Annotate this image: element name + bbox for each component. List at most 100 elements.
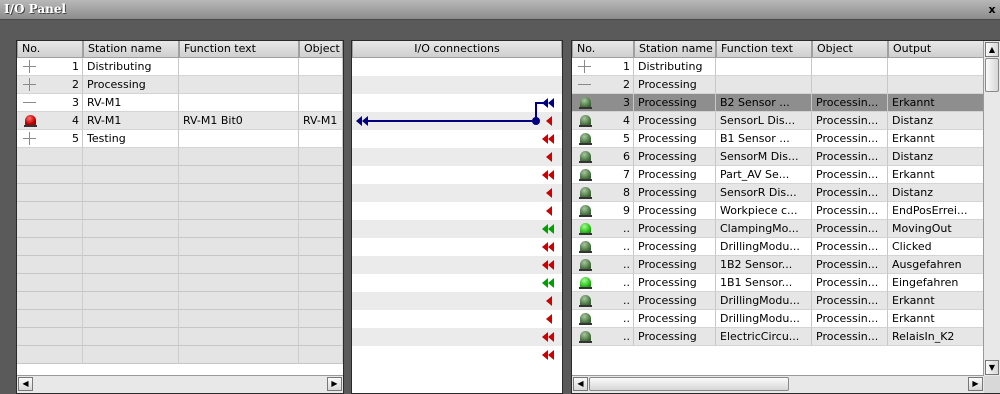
double-arrow-icon[interactable] — [548, 260, 554, 270]
table-row[interactable]: .. Processing DrillingModu... Processin... C… — [572, 238, 984, 256]
cell-function-text — [716, 76, 812, 94]
table-row[interactable]: .. Processing ElectricCircu... Processin...… — [572, 328, 984, 346]
header-object[interactable]: Object — [812, 41, 888, 58]
double-arrow-icon[interactable] — [542, 332, 548, 342]
header-station-name[interactable]: Station name — [634, 41, 716, 58]
double-arrow-icon[interactable] — [548, 332, 554, 342]
green-lamp-icon — [579, 114, 592, 127]
table-row[interactable]: .. Processing 1B1 Sensor... Processin... Ein… — [572, 274, 984, 292]
arrow-icon[interactable] — [546, 206, 552, 216]
input-signals-panel: No. Station name Function text Object 1 Distr… — [16, 40, 344, 394]
collapse-minus-icon[interactable] — [23, 96, 36, 109]
expand-plus-icon[interactable] — [23, 132, 36, 145]
green-lamp-icon — [579, 294, 592, 307]
double-arrow-icon[interactable] — [542, 242, 548, 252]
double-arrow-icon[interactable] — [548, 224, 554, 234]
cell-station-name: Processing — [83, 76, 179, 94]
empty-cell — [179, 202, 299, 220]
table-row[interactable]: 5 Testing — [17, 130, 343, 148]
green-lamp-icon — [579, 96, 592, 109]
row-number: 7 — [623, 168, 630, 181]
table-row[interactable]: 4 Processing SensorL Dis... Processin... Dis… — [572, 112, 984, 130]
table-row[interactable]: 5 Processing B1 Sensor ... Processin... Erka… — [572, 130, 984, 148]
connection-node[interactable] — [532, 117, 540, 125]
table-row[interactable]: .. Processing DrillingModu... Processin... E… — [572, 310, 984, 328]
arrow-icon[interactable] — [546, 188, 552, 198]
double-arrow-icon[interactable] — [542, 134, 548, 144]
cell-no: 4 — [17, 112, 83, 130]
close-icon[interactable]: x — [986, 4, 998, 16]
arrow-icon[interactable] — [546, 296, 552, 306]
scroll-left-button[interactable]: ◀ — [18, 377, 33, 391]
header-function-text[interactable]: Function text — [716, 41, 812, 58]
empty-row — [17, 166, 343, 184]
table-row[interactable]: .. Processing DrillingModu... Processin... E… — [572, 292, 984, 310]
double-arrow-icon[interactable] — [548, 98, 554, 108]
left-double-arrow-icon[interactable] — [362, 116, 368, 126]
empty-cell — [17, 238, 83, 256]
vertical-scroll-thumb[interactable] — [985, 58, 999, 92]
empty-cell — [179, 184, 299, 202]
table-row[interactable]: 9 Processing Workpiece c... Processin... End… — [572, 202, 984, 220]
connections-canvas — [356, 98, 554, 360]
cell-function-text: 1B1 Sensor... — [716, 274, 812, 292]
empty-cell — [17, 346, 83, 364]
double-arrow-icon[interactable] — [548, 170, 554, 180]
double-arrow-icon[interactable] — [542, 224, 548, 234]
horizontal-scrollbar[interactable]: ◀ ▶ — [572, 375, 984, 393]
header-no[interactable]: No. — [17, 41, 83, 58]
table-row[interactable]: 1 Distributing — [572, 58, 984, 76]
row-number: 3 — [72, 96, 79, 109]
lamp-base — [579, 197, 592, 199]
table-row[interactable]: 2 Processing — [572, 76, 984, 94]
table-row[interactable]: 6 Processing SensorM Dis... Processin... Dis… — [572, 148, 984, 166]
horizontal-scrollbar[interactable]: ◀ ▶ — [17, 375, 343, 393]
double-arrow-icon[interactable] — [548, 350, 554, 360]
table-row[interactable]: 3 Processing B2 Sensor ... Processin... Erka… — [572, 94, 984, 112]
double-arrow-icon[interactable] — [542, 350, 548, 360]
table-row[interactable]: 3 RV-M1 — [17, 94, 343, 112]
scroll-right-button[interactable]: ▶ — [968, 377, 983, 391]
table-row[interactable]: .. Processing ClampingMo... Processin... Mov… — [572, 220, 984, 238]
cell-no: 6 — [572, 148, 634, 166]
expand-plus-icon[interactable] — [23, 60, 36, 73]
empty-row — [17, 202, 343, 220]
cell-function-text — [179, 76, 299, 94]
connection-line[interactable] — [366, 102, 544, 122]
green-lamp-icon — [579, 132, 592, 145]
double-arrow-icon[interactable] — [548, 278, 554, 288]
header-object[interactable]: Object — [299, 41, 343, 58]
double-arrow-icon[interactable] — [542, 278, 548, 288]
double-arrow-icon[interactable] — [542, 260, 548, 270]
table-row[interactable]: .. Processing 1B2 Sensor... Processin... Aus… — [572, 256, 984, 274]
arrow-icon[interactable] — [546, 152, 552, 162]
cell-station-name: Processing — [634, 256, 716, 274]
double-arrow-icon[interactable] — [542, 170, 548, 180]
left-double-arrow-icon[interactable] — [356, 116, 362, 126]
header-station-name[interactable]: Station name — [83, 41, 179, 58]
empty-cell — [179, 274, 299, 292]
vertical-scrollbar[interactable]: ▲ ▼ — [983, 41, 1000, 376]
table-row[interactable]: 7 Processing Part_AV Se... Processin... Erka… — [572, 166, 984, 184]
table-row[interactable]: 1 Distributing — [17, 58, 343, 76]
arrow-icon[interactable] — [546, 116, 552, 126]
scroll-up-button[interactable]: ▲ — [985, 42, 999, 57]
header-no[interactable]: No. — [572, 41, 634, 58]
expand-plus-icon[interactable] — [23, 78, 36, 91]
table-row[interactable]: 2 Processing — [17, 76, 343, 94]
double-arrow-icon[interactable] — [548, 242, 554, 252]
collapse-minus-icon[interactable] — [578, 78, 591, 91]
empty-row — [17, 346, 343, 364]
header-output[interactable]: Output — [888, 41, 984, 58]
arrow-icon[interactable] — [546, 314, 552, 324]
header-function-text[interactable]: Function text — [179, 41, 299, 58]
table-row[interactable]: 8 Processing SensorR Dis... Processin... Dis… — [572, 184, 984, 202]
scroll-down-button[interactable]: ▼ — [985, 360, 999, 375]
expand-plus-icon[interactable] — [578, 60, 591, 73]
double-arrow-icon[interactable] — [548, 134, 554, 144]
scroll-left-button[interactable]: ◀ — [573, 377, 588, 391]
table-row[interactable]: 4 RV-M1 RV-M1 Bit0 RV-M1 — [17, 112, 343, 130]
scroll-right-button[interactable]: ▶ — [327, 377, 342, 391]
lamp-base — [579, 287, 592, 289]
horizontal-scroll-thumb[interactable] — [589, 377, 789, 391]
